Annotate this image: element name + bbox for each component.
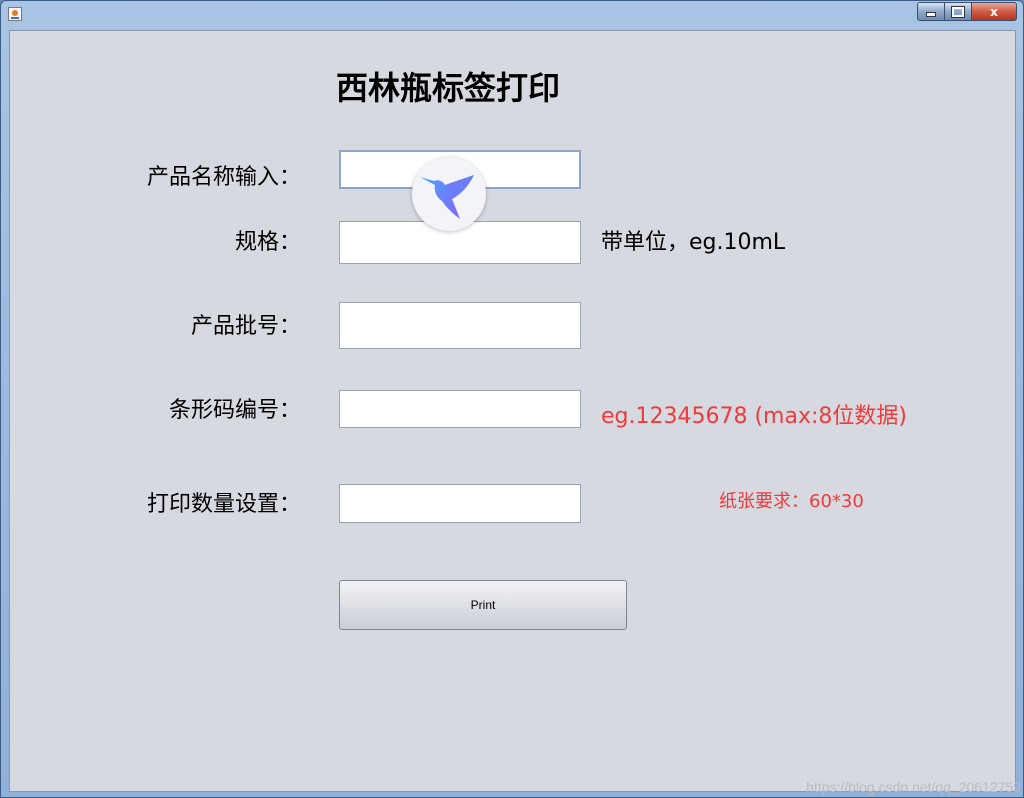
page-title: 西林瓶标签打印	[336, 69, 561, 107]
barcode-hint: eg.12345678 (max:8位数据)	[601, 404, 907, 429]
title-bar[interactable]: x	[1, 1, 1023, 29]
print-quantity-label: 打印数量设置：	[146, 492, 301, 517]
app-window: x 西林瓶标签打印 产品名称输入： 规格： 带单位，eg.10mL 产品批号： …	[0, 0, 1024, 798]
java-app-icon[interactable]	[8, 7, 22, 21]
batch-number-label: 产品批号：	[190, 314, 301, 339]
maximize-button[interactable]	[944, 2, 971, 21]
batch-number-input[interactable]	[339, 302, 581, 349]
spec-hint: 带单位，eg.10mL	[601, 230, 786, 255]
window-controls: x	[917, 2, 1017, 21]
paper-requirement-hint: 纸张要求：60*30	[719, 491, 864, 512]
floating-app-badge[interactable]	[412, 157, 486, 231]
print-button[interactable]: Print	[339, 580, 627, 630]
minimize-button[interactable]	[917, 2, 944, 21]
product-name-label: 产品名称输入：	[146, 165, 301, 190]
hummingbird-icon	[420, 175, 474, 219]
form-panel: 西林瓶标签打印 产品名称输入： 规格： 带单位，eg.10mL 产品批号： 条形…	[9, 30, 1016, 792]
maximize-icon	[951, 5, 965, 18]
spec-label: 规格：	[234, 230, 301, 255]
close-icon: x	[990, 4, 998, 19]
print-quantity-input[interactable]	[339, 484, 581, 523]
close-button[interactable]: x	[971, 2, 1017, 21]
watermark-text: https://blog.csdn.net/qq_20612759	[806, 779, 1021, 795]
barcode-label: 条形码编号：	[168, 398, 301, 423]
minimize-icon	[926, 12, 936, 17]
barcode-input[interactable]	[339, 390, 581, 428]
